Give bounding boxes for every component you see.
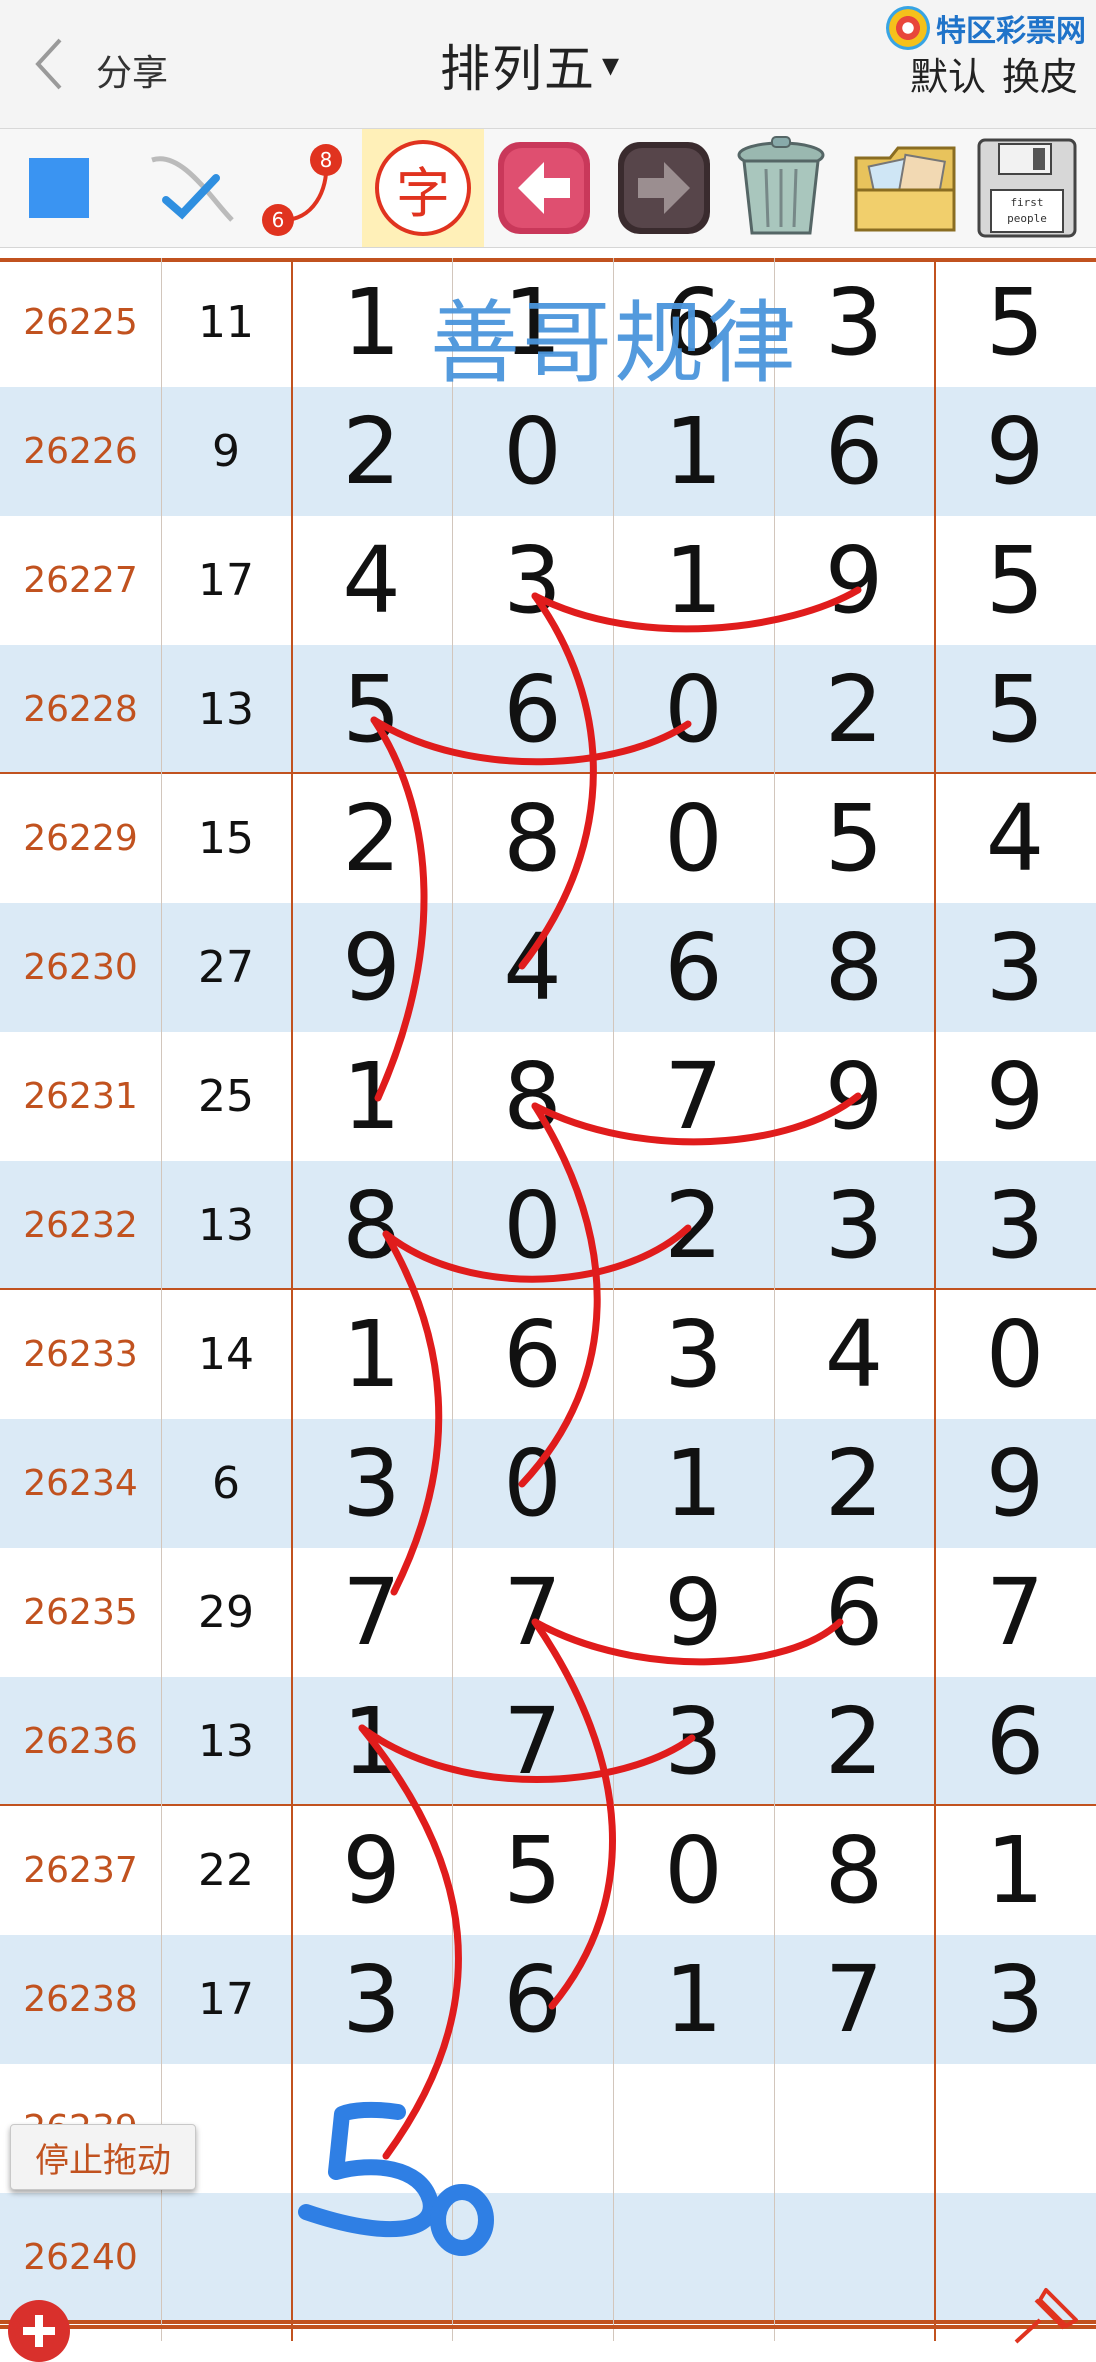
ink-stroke (358, 1724, 696, 1783)
plus-icon (23, 2315, 55, 2347)
ink-stroke (531, 1618, 616, 2010)
ink-stroke (370, 716, 692, 766)
ink-stroke (531, 586, 862, 633)
pin-button[interactable] (1006, 2280, 1086, 2354)
drawing-overlay (298, 586, 862, 2256)
ink-stroke (370, 716, 428, 1102)
add-button[interactable] (8, 2300, 70, 2362)
ink-stroke (531, 1092, 862, 1146)
stop-drag-button[interactable]: 停止拖动 (10, 2124, 196, 2190)
ink-stroke (531, 1618, 844, 1666)
ink-stroke (518, 1102, 601, 1488)
ink-stroke (382, 1224, 692, 1283)
ink-stroke (358, 1724, 462, 2160)
ink-stroke (518, 592, 597, 970)
handwritten-50 (298, 2101, 494, 2256)
pin-icon (1014, 2288, 1078, 2344)
ink-stroke (382, 1230, 443, 1596)
